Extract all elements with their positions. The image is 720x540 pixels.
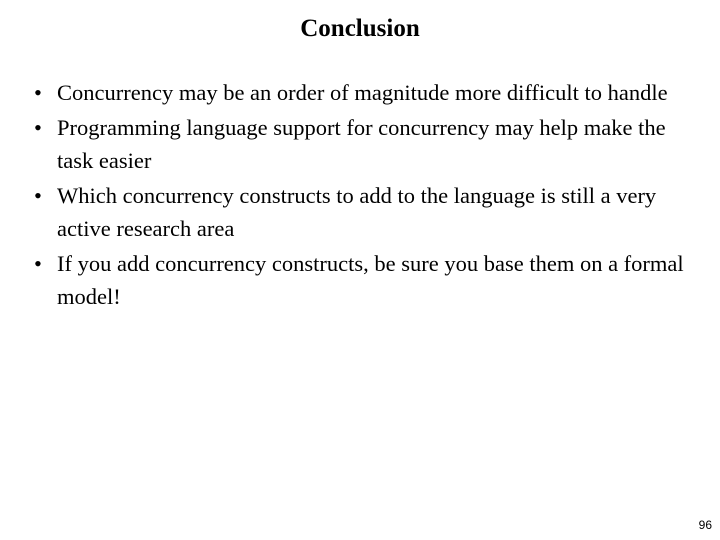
list-item: • Which concurrency constructs to add to…	[28, 179, 693, 246]
bullet-list: • Concurrency may be an order of magnitu…	[28, 76, 693, 315]
list-item-text: Which concurrency constructs to add to t…	[57, 182, 657, 242]
bullet-point-icon: •	[34, 114, 42, 140]
list-item-text: If you add concurrency constructs, be su…	[57, 250, 684, 310]
list-item: • If you add concurrency constructs, be …	[28, 247, 693, 314]
list-item-text: Concurrency may be an order of magnitude…	[57, 80, 668, 105]
list-item: • Concurrency may be an order of magnitu…	[28, 76, 693, 110]
list-item: • Programming language support for concu…	[28, 111, 693, 178]
list-item-text: Programming language support for concurr…	[57, 114, 666, 174]
page-title: Conclusion	[300, 15, 420, 42]
bullet-point-icon: •	[34, 182, 42, 208]
page-number: 96	[698, 518, 712, 532]
presentation-slide: Conclusion • Concurrency may be an order…	[0, 0, 720, 540]
bullet-point-icon: •	[34, 250, 42, 276]
bullet-point-icon: •	[34, 80, 42, 105]
